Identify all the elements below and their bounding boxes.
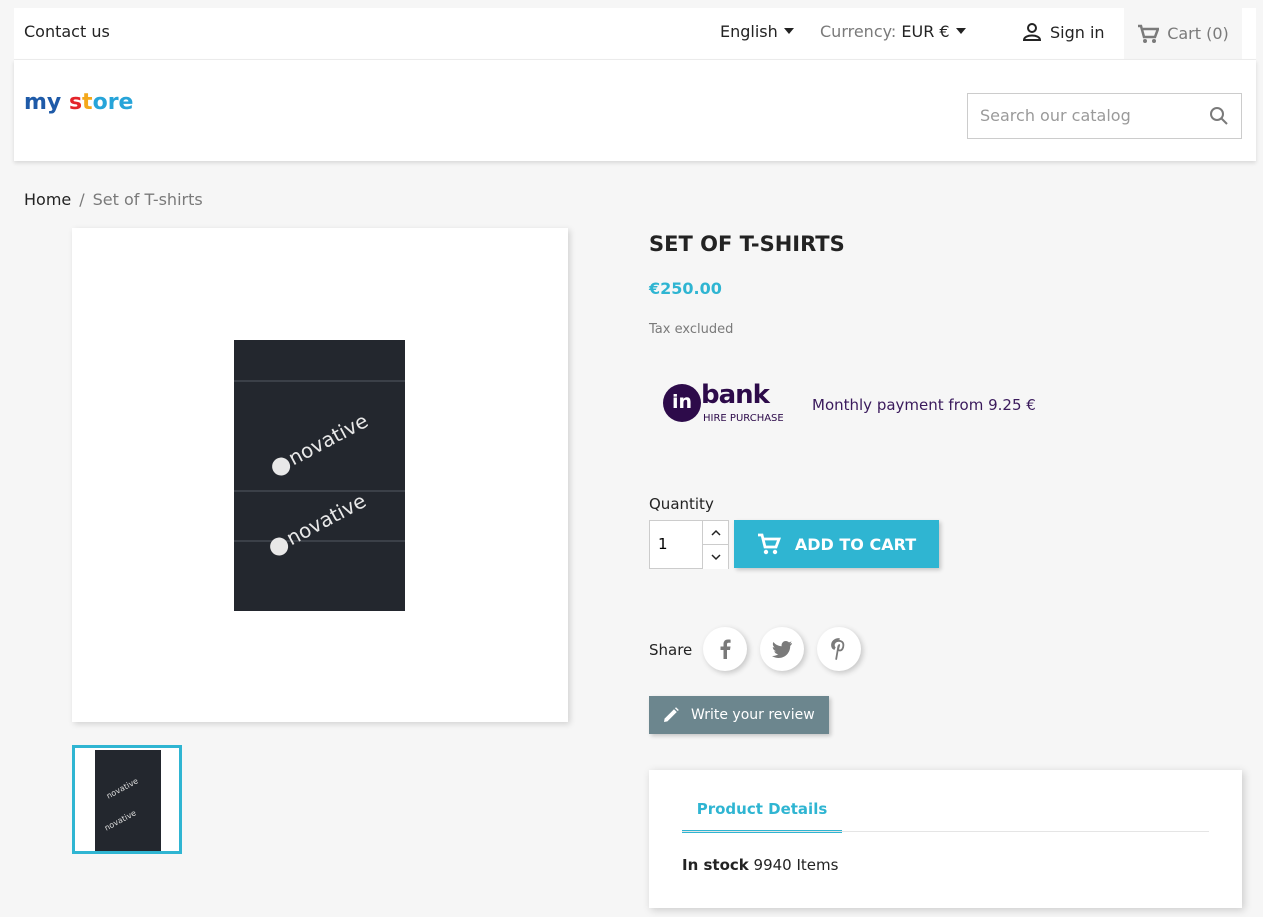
thumb-print: novative	[104, 776, 140, 801]
caret-down-icon	[955, 27, 966, 34]
logo-text-part: t	[82, 90, 93, 115]
stock-value: 9940 Items	[753, 856, 839, 874]
tab-divider	[682, 831, 1209, 832]
breadcrumb-home-link[interactable]: Home	[24, 190, 71, 209]
currency-label: Currency:	[820, 22, 897, 41]
language-label: English	[720, 22, 778, 41]
pencil-icon	[664, 707, 679, 722]
share-label: Share	[649, 641, 693, 659]
shirt-print-text: novative	[284, 408, 372, 471]
write-review-button[interactable]: Write your review	[649, 696, 829, 734]
store-logo[interactable]: my store	[24, 90, 133, 115]
facebook-share-button[interactable]	[703, 627, 747, 671]
twitter-icon	[772, 640, 792, 658]
quantity-label: Quantity	[649, 495, 714, 513]
search-icon	[1210, 107, 1228, 125]
shirt-print: novative	[265, 488, 370, 559]
breadcrumb: Home / Set of T-shirts	[24, 190, 203, 209]
caret-down-icon	[783, 27, 794, 34]
contact-us-link[interactable]: Contact us	[24, 22, 110, 41]
shirt-fold	[234, 540, 405, 542]
sign-in-label: Sign in	[1050, 22, 1105, 42]
add-to-cart-button[interactable]: ADD TO CART	[734, 520, 939, 568]
quantity-increase-button[interactable]	[702, 521, 728, 545]
logo-text-part: s	[68, 90, 83, 115]
inbank-logo-sub: HIRE PURCHASE	[703, 413, 784, 424]
quantity-stepper	[649, 520, 729, 569]
facebook-icon	[720, 639, 731, 659]
inbank-logo-mark: in	[663, 384, 701, 422]
twitter-share-button[interactable]	[760, 627, 804, 671]
sign-in-link[interactable]: Sign in	[1022, 22, 1105, 42]
cart-button[interactable]: Cart (0)	[1124, 8, 1242, 59]
cart-icon	[1138, 24, 1160, 43]
currency-selector[interactable]: Currency: EUR €	[820, 22, 966, 41]
breadcrumb-separator: /	[79, 190, 85, 209]
product-thumbnail[interactable]: novative novative	[72, 745, 182, 854]
write-review-label: Write your review	[691, 707, 815, 723]
tax-label: Tax excluded	[649, 322, 734, 337]
cart-label: Cart (0)	[1167, 24, 1229, 43]
top-nav-bar: Contact us English Currency: EUR € Sign …	[14, 8, 1256, 60]
stock-info: In stock 9940 Items	[682, 856, 838, 874]
product-main-image[interactable]: novative novative	[72, 228, 568, 722]
pinterest-icon	[831, 638, 845, 660]
shirt-fold	[234, 490, 405, 492]
inbank-logo: in bank HIRE PURCHASE	[663, 380, 803, 428]
search-button[interactable]	[1209, 106, 1229, 130]
tshirt-photo: novative novative	[234, 340, 405, 611]
site-header: my store	[14, 60, 1256, 161]
tshirt-thumbnail-photo: novative novative	[95, 750, 161, 851]
person-icon	[1022, 23, 1042, 41]
cart-icon	[757, 533, 781, 555]
breadcrumb-current: Set of T-shirts	[92, 190, 203, 209]
quantity-input[interactable]	[658, 535, 698, 553]
inbank-logo-word: bank	[701, 380, 770, 410]
logo-text-part: ore	[92, 90, 134, 115]
product-price: €250.00	[649, 279, 722, 298]
chevron-up-icon	[710, 529, 721, 536]
quantity-decrease-button[interactable]	[702, 545, 728, 569]
logo-text-part: my	[24, 90, 62, 115]
product-details-panel: Product Details In stock 9940 Items	[649, 770, 1242, 908]
language-selector[interactable]: English	[720, 22, 794, 41]
search-input[interactable]	[980, 106, 1180, 125]
tab-product-details[interactable]: Product Details	[682, 800, 842, 833]
product-title: SET OF T-SHIRTS	[649, 232, 845, 256]
monthly-payment-text: Monthly payment from 9.25 €	[812, 396, 1036, 414]
add-to-cart-label: ADD TO CART	[794, 534, 917, 554]
thumb-print: novative	[102, 808, 138, 833]
pinterest-share-button[interactable]	[817, 627, 861, 671]
shirt-fold	[234, 380, 405, 382]
stock-label: In stock	[682, 856, 749, 874]
shirt-print: novative	[267, 408, 372, 479]
currency-value: EUR €	[901, 22, 950, 41]
search-box	[967, 93, 1242, 139]
chevron-down-icon	[710, 553, 721, 560]
